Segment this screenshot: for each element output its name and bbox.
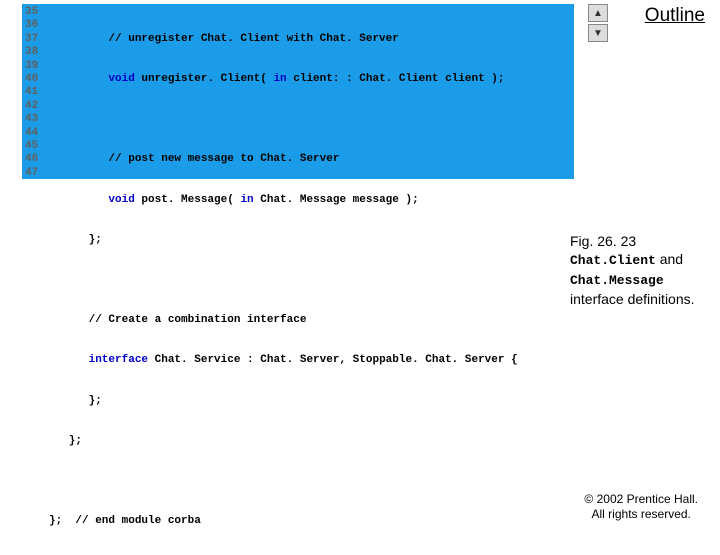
line-number: 38 <box>25 46 49 59</box>
line-number: 45 <box>25 140 49 153</box>
line-number: 40 <box>25 73 49 86</box>
chevron-down-icon: ▼ <box>593 28 603 39</box>
code-line: }; // end module corba <box>49 515 518 528</box>
line-number: 46 <box>25 153 49 166</box>
line-number-gutter: 35 36 37 38 39 40 41 42 43 44 45 46 47 <box>22 4 49 179</box>
line-number: 39 <box>25 60 49 73</box>
code-block: 35 36 37 38 39 40 41 42 43 44 45 46 47 /… <box>22 4 574 179</box>
code-line <box>49 475 518 488</box>
copyright-line: © 2002 Prentice Hall. <box>584 492 698 506</box>
line-number: 37 <box>25 33 49 46</box>
scroll-up-button[interactable]: ▲ <box>588 4 608 22</box>
line-number: 44 <box>25 127 49 140</box>
code-line <box>49 113 518 126</box>
line-number: 35 <box>25 6 49 19</box>
code-line: void unregister. Client( in client: : Ch… <box>49 73 518 86</box>
line-number: 43 <box>25 113 49 126</box>
code-line: void post. Message( in Chat. Message mes… <box>49 194 518 207</box>
code-line: }; <box>49 234 518 247</box>
outline-link[interactable]: Outline <box>645 5 705 27</box>
line-number: 47 <box>25 167 49 180</box>
copyright-line: All rights reserved. <box>592 507 691 521</box>
code-line <box>49 274 518 287</box>
line-number: 41 <box>25 86 49 99</box>
caption-text: interface definitions. <box>570 291 695 307</box>
copyright-notice: © 2002 Prentice Hall. All rights reserve… <box>584 492 698 522</box>
caption-text: and <box>656 251 683 267</box>
code-line: interface Chat. Service : Chat. Server, … <box>49 354 518 367</box>
code-line: }; <box>49 395 518 408</box>
scroll-down-button[interactable]: ▼ <box>588 24 608 42</box>
figure-caption: Fig. 26. 23 Chat.Client and Chat.Message… <box>570 232 710 308</box>
code-content: // unregister Chat. Client with Chat. Se… <box>49 4 518 179</box>
caption-code: Chat.Client <box>570 253 656 268</box>
line-number: 42 <box>25 100 49 113</box>
code-line: // Create a combination interface <box>49 314 518 327</box>
code-line: // unregister Chat. Client with Chat. Se… <box>49 33 518 46</box>
code-line: }; <box>49 435 518 448</box>
chevron-up-icon: ▲ <box>593 8 603 19</box>
line-number: 36 <box>25 19 49 32</box>
caption-code: Chat.Message <box>570 273 664 288</box>
code-line: // post new message to Chat. Server <box>49 153 518 166</box>
figure-number: Fig. 26. 23 <box>570 233 636 249</box>
